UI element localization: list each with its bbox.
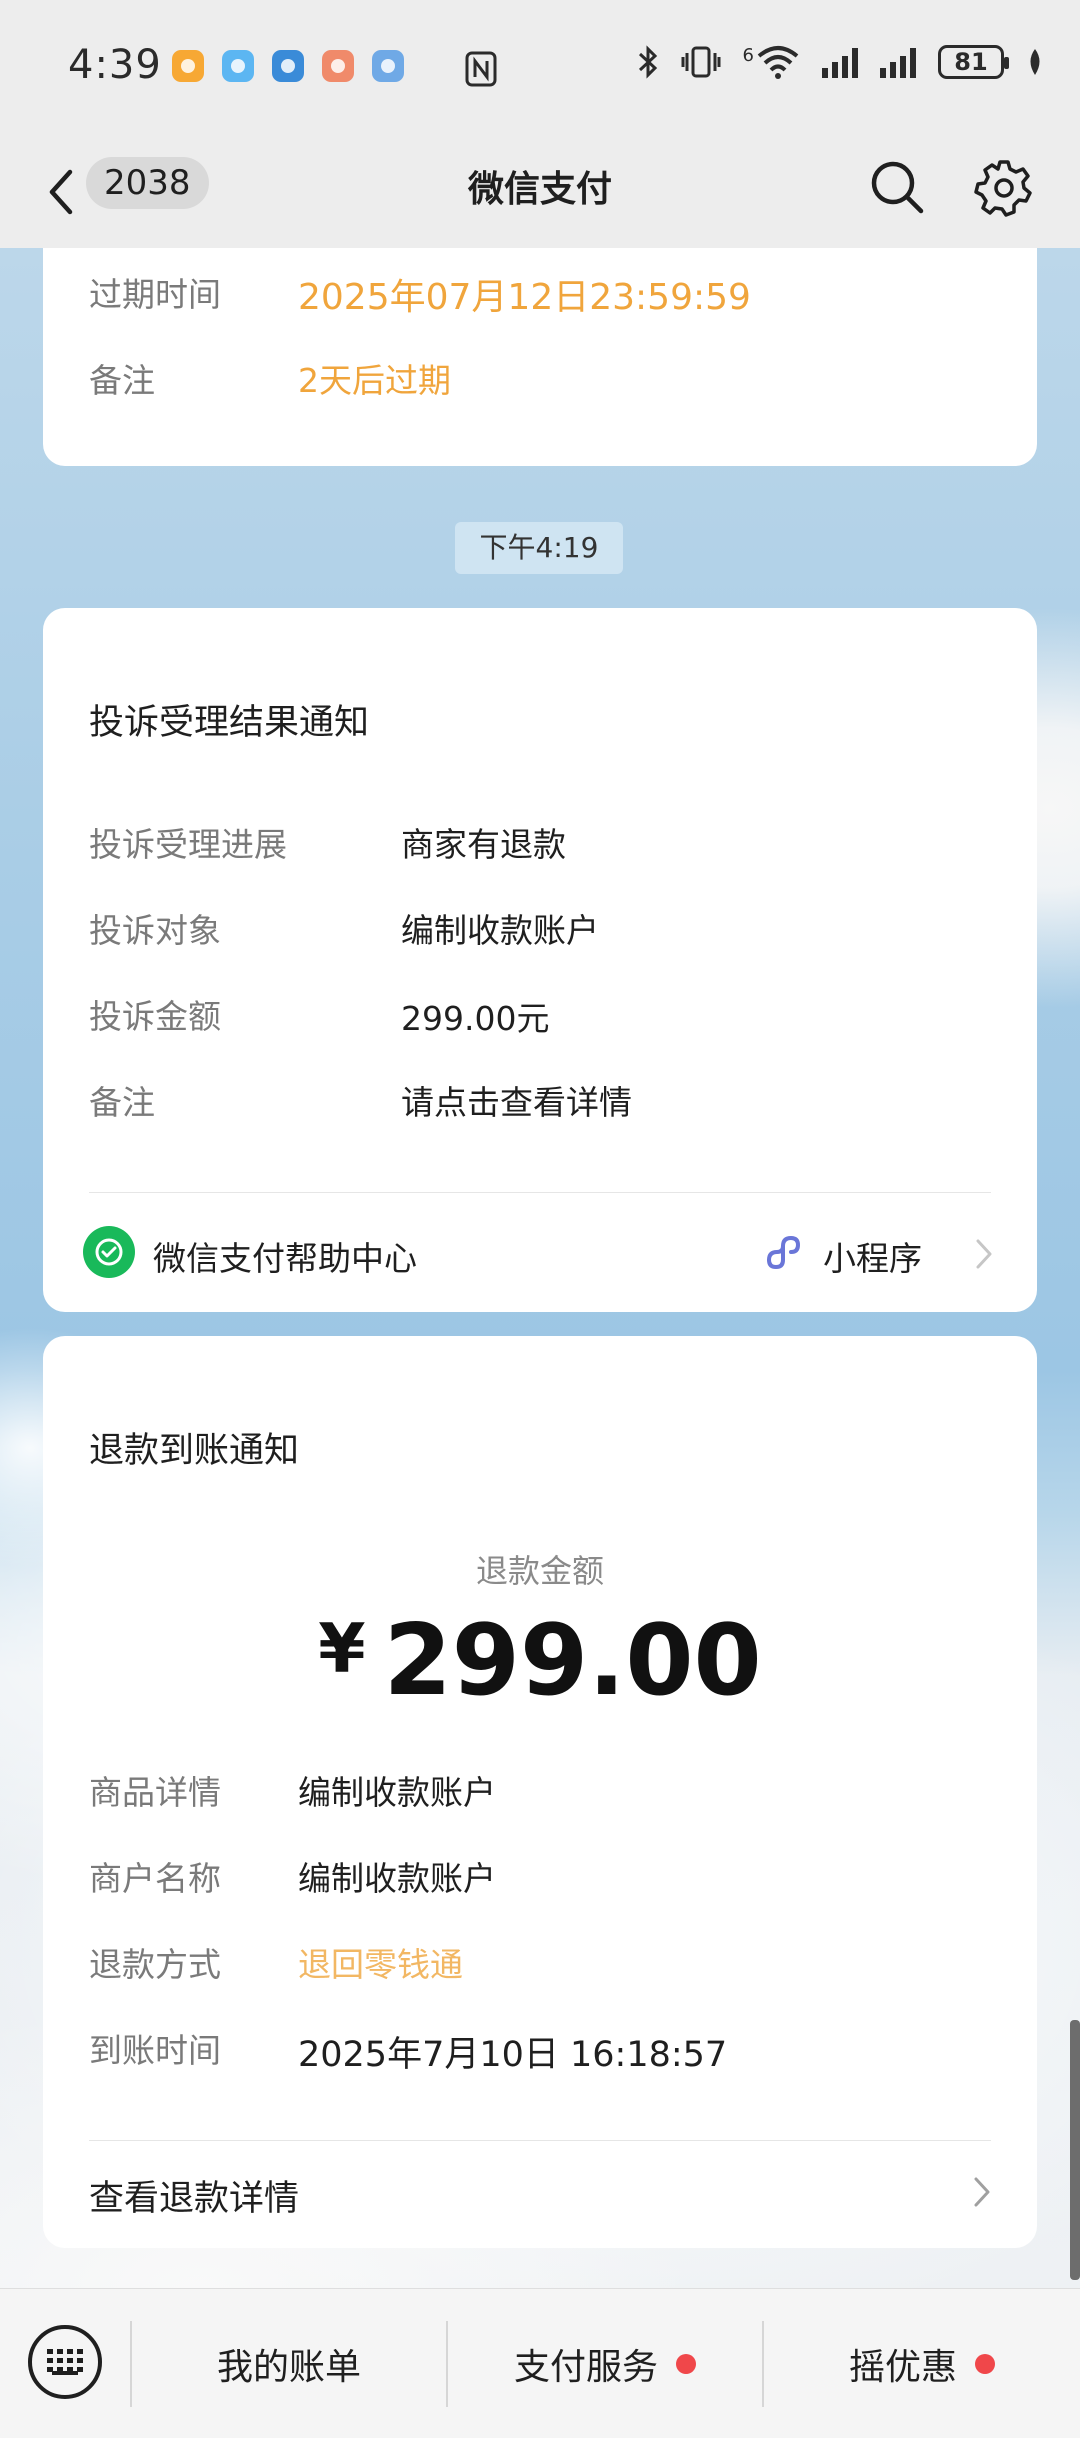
currency-symbol: ¥ [318, 1610, 366, 1689]
refund-amount-label: 退款金额 [475, 1552, 604, 1590]
keyboard-toggle-button[interactable] [28, 2325, 102, 2399]
signal-icon [880, 46, 916, 78]
refund-amount: ¥299.00 [43, 1604, 1037, 1718]
row-label: 商户名称 [89, 1859, 221, 1898]
row-label: 备注 [89, 1083, 155, 1122]
row-value: 2025年7月10日 16:18:57 [298, 2035, 728, 2075]
menu-label: 我的账单 [216, 2347, 361, 2388]
nav-bar: 2038 微信支付 [0, 138, 1080, 248]
row-label: 投诉受理进展 [89, 825, 287, 864]
menu-label: 摇优惠 [848, 2347, 957, 2388]
chevron-right-icon[interactable] [973, 1236, 995, 1272]
menu-my-bills[interactable]: 我的账单 [132, 2289, 446, 2438]
status-time: 4:39 [68, 42, 162, 88]
search-icon[interactable] [868, 158, 926, 216]
notification-dot [676, 2354, 696, 2374]
leaf-icon [1030, 49, 1040, 75]
row-value: 编制收款账户 [401, 911, 599, 950]
card-title: 投诉受理结果通知 [89, 703, 370, 743]
notification-icons [172, 50, 498, 88]
wechat-pay-logo-icon [83, 1226, 135, 1278]
wifi-icon [757, 46, 799, 79]
app-notification-icon [372, 50, 404, 82]
row-label: 退款方式 [89, 1945, 221, 1984]
network-gen-label: 6 [742, 45, 754, 66]
scrollbar[interactable] [1070, 2020, 1080, 2280]
signal-icon [822, 46, 858, 78]
row-value: 2025年07月12日23:59:59 [298, 277, 751, 318]
row-label: 到账时间 [89, 2031, 221, 2070]
mini-program-icon [767, 1235, 801, 1270]
row-value: 请点击查看详情 [401, 1083, 632, 1122]
nfc-icon [465, 51, 497, 87]
row-value: 299.00元 [401, 999, 550, 1038]
app-notification-icon [172, 50, 204, 82]
row-label: 投诉对象 [89, 911, 221, 950]
notification-dot [975, 2354, 995, 2374]
app-notification-icon [322, 50, 354, 82]
bluetooth-icon [638, 45, 657, 79]
gear-icon[interactable] [974, 158, 1034, 218]
card-title: 退款到账通知 [89, 1431, 300, 1471]
card-divider [89, 1192, 991, 1193]
footer-type-label: 小程序 [823, 1239, 922, 1278]
row-label: 投诉金额 [89, 997, 221, 1036]
card-divider [89, 2140, 991, 2141]
amount-value: 299.00 [383, 1604, 762, 1718]
refund-details-link[interactable]: 查看退款详情 [89, 2170, 299, 2221]
row-label: 商品详情 [89, 1773, 221, 1812]
menu-shake-deals[interactable]: 摇优惠 [764, 2289, 1080, 2438]
status-indicators: 6 81 [637, 44, 1044, 80]
vibrate-icon [681, 46, 721, 78]
row-value: 商家有退款 [401, 825, 566, 864]
refund-notice-card[interactable]: 退款到账通知 退款金额 ¥299.00 商品详情 编制收款账户 商户名称 编制收… [43, 1336, 1037, 2248]
row-label: 备注 [89, 361, 155, 400]
row-value: 编制收款账户 [298, 1773, 496, 1812]
row-value: 编制收款账户 [298, 1859, 496, 1898]
row-value: 退回零钱通 [298, 1945, 463, 1984]
bottom-menu-bar: 我的账单 支付服务 摇优惠 [0, 2288, 1080, 2438]
status-bar: 4:39 6 81 [0, 0, 1080, 138]
chat-timestamp: 下午4:19 [455, 522, 623, 574]
menu-pay-services[interactable]: 支付服务 [448, 2289, 762, 2438]
keyboard-icon [47, 2349, 83, 2372]
battery-icon: 81 [938, 45, 1009, 79]
app-notification-icon [272, 50, 304, 82]
row-value: 2天后过期 [298, 361, 451, 400]
row-label: 过期时间 [89, 275, 221, 314]
message-card-partial[interactable]: 过期时间 2025年07月12日23:59:59 备注 2天后过期 [43, 248, 1037, 466]
app-notification-icon [222, 50, 254, 82]
chevron-right-icon[interactable] [971, 2174, 993, 2210]
footer-source-label[interactable]: 微信支付帮助中心 [153, 1232, 417, 1280]
menu-label: 支付服务 [513, 2347, 658, 2388]
complaint-result-card[interactable]: 投诉受理结果通知 投诉受理进展 商家有退款 投诉对象 编制收款账户 投诉金额 2… [43, 608, 1037, 1312]
